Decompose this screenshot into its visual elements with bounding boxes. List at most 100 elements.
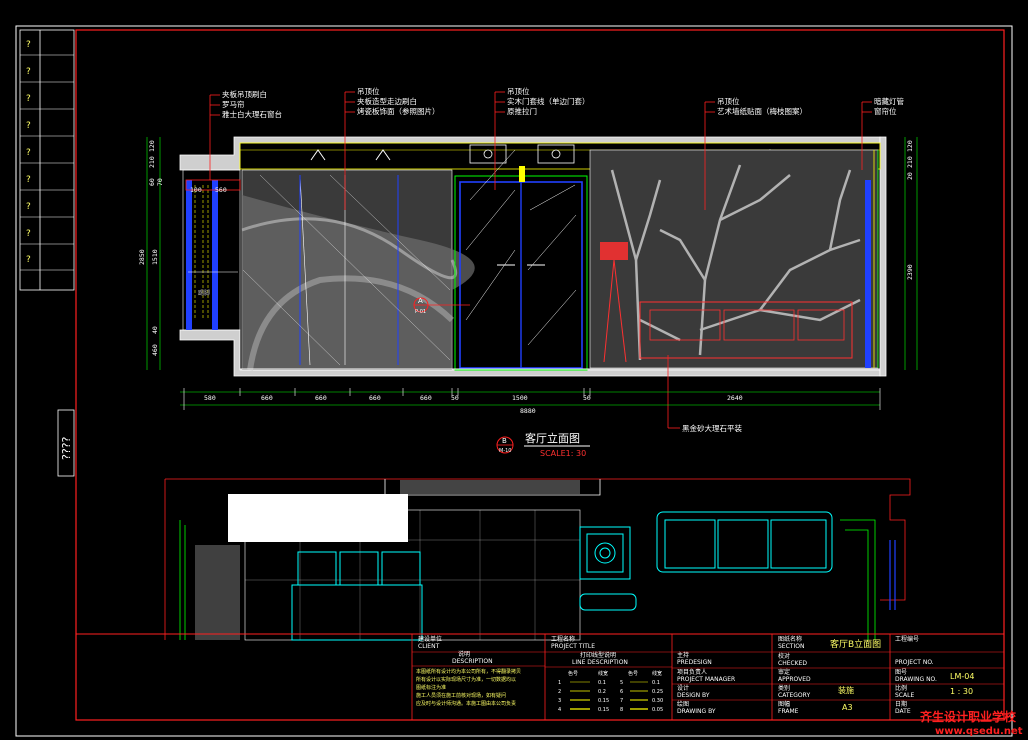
tb-check-cn: 校对 [778,652,790,660]
tb-section-cn: 图纸名称 [778,635,802,643]
elevation-title: 客厅立面图 [525,431,580,445]
dim-bottom-9: 2640 [727,394,743,402]
dim-right-3: 20 [906,172,914,180]
dim-bottom-2: 660 [261,394,273,402]
callout-3-line-1: 吊顶位 [507,86,530,96]
tb-row2-c2: 0.2 [598,689,606,695]
tb-row1-c3: 5 [620,680,623,686]
tb-section-en: SECTION [778,643,804,650]
tb-category-cn: 类别 [778,684,790,692]
tb-frame-en: FRAME [778,708,799,715]
tb-remark-line-5: 应及时与设计师沟通。本施工图由本公司负责 [416,700,516,707]
tb-line-h3: 色号 [628,670,638,677]
callout-bottom: 黑金砂大理石平装 [682,423,742,433]
tb-client-cn: 建设单位 [418,635,442,643]
callout-2-line-1: 吊顶位 [357,86,380,96]
strip-mark-3: ? [26,94,31,104]
tb-section-value: 客厅B立面图 [830,638,881,650]
tb-line-h4: 线宽 [652,670,662,677]
dim-bottom-8: 50 [583,394,591,402]
dim-left-2: 210 [148,156,156,168]
tb-approve-en: APPROVED [778,676,811,683]
tb-remark-cn: 说明 [458,650,470,658]
watermark-url: www.qsedu.net [935,726,1023,737]
dim-bottom-4: 660 [369,394,381,402]
tb-project-cn: 工程名称 [551,635,575,643]
tb-projno-en: PROJECT NO. [895,659,934,666]
callout-1-line-3: 雅士白大理石窗台 [222,109,282,119]
tb-check-en: CHECKED [778,660,807,667]
strip-mark-2: ? [26,67,31,77]
dim-left-6: 2850 [138,249,146,265]
tb-row3-c3: 7 [620,698,623,704]
marker-a-letter: A [418,297,423,305]
tb-row1-c2: 0.1 [598,680,606,686]
tb-line-h1: 色号 [568,670,578,677]
drawing-title: B M-10 客厅立面图 SCALE1: 30 [496,431,590,458]
tb-row2-c1: 2 [558,689,561,695]
tb-category-en: CATEGORY [778,692,810,699]
dim-bottom-1: 580 [204,394,216,402]
dim-left-1: 120 [148,140,156,152]
tb-line-cn: 打印线型说明 [580,651,616,659]
dim-left-3: 60 [148,178,156,186]
tb-project-en: PROJECT TITLE [551,643,595,650]
callout-1-line-1: 夹板吊顶刷白 [222,89,267,99]
dim-right-2: 210 [906,156,914,168]
dim-small-top-1: 100 [190,186,202,194]
tb-row1-c4: 0.1 [652,680,660,686]
elevation-drawing: 踢脚 [179,136,887,377]
strip-mark-4: ? [26,121,31,131]
dim-small-top-2: 560 [215,186,227,194]
dim-bottom-3: 660 [315,394,327,402]
dim-left-4: 70 [156,178,164,186]
callout-1-line-2: 罗马帘 [222,99,245,109]
tb-remark-line-1: 本图纸所有设计均为本公司所有，不得翻录拷贝 [416,668,521,675]
tb-frame-value: A3 [842,703,853,712]
tb-date-en: DATE [895,708,911,715]
floor-word: 踢脚 [198,289,210,297]
tb-row2-c3: 6 [620,689,623,695]
tb-row4-c2: 0.15 [598,707,609,713]
marker-b-ref: M-10 [499,448,511,454]
tb-manager-cn: 项目负责人 [677,668,707,676]
marker-a-ref: P-01 [415,309,426,315]
tb-client-en: CLIENT [418,643,440,650]
tb-row4-c1: 4 [558,707,561,713]
tb-manager-en: PROJECT MANAGER [677,676,735,683]
strip-mark-5: ? [26,148,31,158]
dim-bottom-5: 660 [420,394,432,402]
strip-mark-9: ? [26,255,31,265]
tb-row4-c4: 0.05 [652,707,663,713]
tb-line-en: LINE DESCRIPTION [572,659,628,666]
tb-draw-cn: 绘图 [677,700,689,708]
strip-vertical-text: ???? [60,436,73,460]
tb-scale-value: 1 : 30 [950,687,973,696]
dim-left-7: 1510 [151,249,159,265]
tb-row4-c3: 8 [620,707,623,713]
dim-bottom-7: 1500 [512,394,528,402]
elevation-scale: SCALE1: 30 [540,449,586,458]
tb-drawno-en: DRAWING NO. [895,676,937,683]
callout-4-line-2: 艺术墙纸贴面（梅枝图案） [717,106,807,116]
revision-strip: ? ? ? ? ? ? ? ? ? ???? [19,29,75,477]
tb-scale-en: SCALE [895,692,914,699]
tb-remark-en: DESCRIPTION [452,658,493,665]
tb-approve-cn: 审定 [778,668,790,676]
callout-5-line-1: 暗藏灯管 [874,96,904,106]
tb-frame-cn: 图幅 [778,700,790,708]
tb-remark-line-3: 图纸标注为准 [416,684,446,691]
tb-drawno-cn: 图号 [895,669,907,676]
strip-mark-1: ? [26,40,31,50]
tb-designer-cn: 主持 [677,651,689,659]
plan-section [164,478,911,641]
dim-right-1: 120 [906,140,914,152]
callout-2-line-3: 烤瓷板饰面（参照图片） [357,106,440,116]
strip-mark-6: ? [26,175,31,185]
tb-category-value: 装施 [838,685,854,695]
tb-remark-line-4: 施工人员须在施工前核对现场，如有疑问 [416,692,506,699]
watermark: 齐生设计职业学校 www.qsedu.net [920,709,1023,737]
callout-5-line-2: 窗帘位 [874,106,897,116]
tb-row3-c2: 0.15 [598,698,609,704]
tb-date-cn: 日期 [895,700,907,708]
